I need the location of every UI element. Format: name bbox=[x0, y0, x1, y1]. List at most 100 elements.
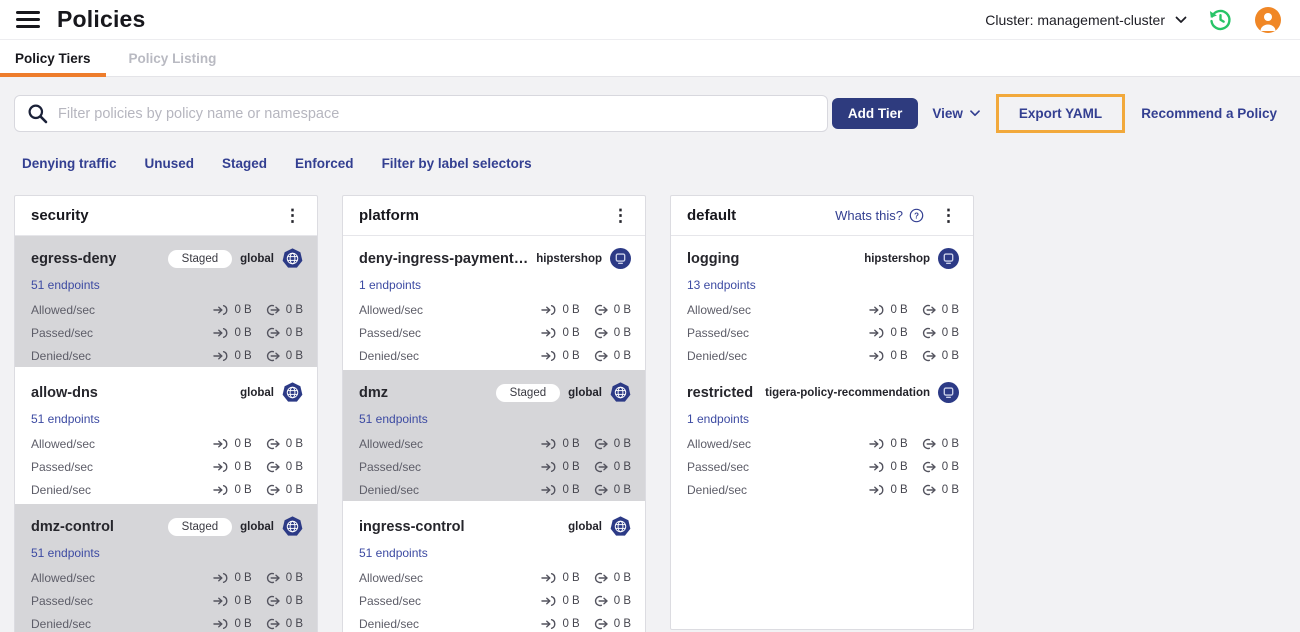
cluster-selector[interactable]: Cluster: management-cluster bbox=[985, 12, 1187, 28]
ingress-value: 0 B bbox=[562, 460, 580, 473]
egress-value: 0 B bbox=[941, 437, 959, 450]
egress-stat: 0 B bbox=[593, 438, 631, 450]
ingress-stat: 0 B bbox=[213, 350, 252, 362]
recommend-policy-button[interactable]: Recommend a Policy bbox=[1141, 106, 1277, 121]
stat-rows: Allowed/sec 0 B 0 B Passed/sec 0 B 0 B D… bbox=[31, 302, 303, 363]
export-yaml-button[interactable]: Export YAML bbox=[995, 94, 1126, 133]
egress-traffic-icon bbox=[593, 438, 609, 450]
egress-traffic-icon bbox=[593, 461, 609, 473]
egress-stat: 0 B bbox=[593, 461, 631, 473]
ingress-stat: 0 B bbox=[213, 618, 252, 630]
stat-label: Denied/sec bbox=[687, 348, 748, 363]
stat-values: 0 B 0 B bbox=[213, 327, 303, 339]
ingress-value: 0 B bbox=[562, 437, 580, 450]
policy-card[interactable]: dmz-control Staged global 51 endpoints A… bbox=[15, 501, 317, 632]
stat-row: Allowed/sec 0 B 0 B bbox=[31, 570, 303, 585]
policy-card-header: logging hipstershop bbox=[687, 247, 959, 270]
policy-card[interactable]: dmz Staged global 51 endpoints Allowed/s… bbox=[343, 367, 645, 501]
egress-stat: 0 B bbox=[265, 350, 303, 362]
kebab-menu-icon[interactable]: ⋮ bbox=[934, 207, 963, 224]
user-avatar[interactable] bbox=[1254, 6, 1282, 34]
endpoints-link[interactable]: 1 endpoints bbox=[359, 278, 421, 292]
endpoints-link[interactable]: 51 endpoints bbox=[359, 412, 428, 426]
egress-traffic-icon bbox=[265, 350, 281, 362]
stat-row: Passed/sec 0 B 0 B bbox=[359, 593, 631, 608]
stat-label: Denied/sec bbox=[359, 482, 420, 497]
tier-help-link[interactable]: Whats this? ? bbox=[835, 208, 924, 223]
tier-actions: ⋮ bbox=[606, 207, 635, 224]
egress-traffic-icon bbox=[265, 327, 281, 339]
policy-card[interactable]: logging hipstershop 13 endpoints Allowed… bbox=[671, 236, 973, 367]
stat-values: 0 B 0 B bbox=[869, 304, 959, 316]
ingress-stat: 0 B bbox=[869, 484, 908, 496]
policy-card-header: egress-deny Staged global bbox=[31, 247, 303, 270]
namespace-icon bbox=[938, 382, 959, 403]
tier-cards: logging hipstershop 13 endpoints Allowed… bbox=[671, 236, 973, 501]
tab-bar: Policy Tiers Policy Listing bbox=[0, 40, 1300, 77]
ingress-stat: 0 B bbox=[213, 484, 252, 496]
stat-label: Denied/sec bbox=[359, 616, 420, 631]
stat-values: 0 B 0 B bbox=[541, 595, 631, 607]
history-icon[interactable] bbox=[1207, 6, 1234, 33]
stat-values: 0 B 0 B bbox=[213, 572, 303, 584]
stat-label: Denied/sec bbox=[31, 482, 92, 497]
filter-staged[interactable]: Staged bbox=[222, 156, 267, 171]
filter-denying-traffic[interactable]: Denying traffic bbox=[22, 156, 117, 171]
filter-unused[interactable]: Unused bbox=[145, 156, 195, 171]
kebab-menu-icon[interactable]: ⋮ bbox=[278, 207, 307, 224]
content: Add Tier View Export YAML Recommend a Po… bbox=[0, 94, 1300, 632]
stat-values: 0 B 0 B bbox=[541, 438, 631, 450]
policy-card[interactable]: ingress-control global 51 endpoints Allo… bbox=[343, 501, 645, 632]
endpoints-link[interactable]: 51 endpoints bbox=[359, 546, 428, 560]
tab-policy-listing[interactable]: Policy Listing bbox=[114, 40, 232, 76]
filter-filter-by-label-selectors[interactable]: Filter by label selectors bbox=[382, 156, 532, 171]
policy-card[interactable]: restricted tigera-policy-recommendation … bbox=[671, 367, 973, 501]
view-dropdown[interactable]: View bbox=[932, 106, 980, 121]
egress-traffic-icon bbox=[593, 304, 609, 316]
policy-card-header: ingress-control global bbox=[359, 515, 631, 538]
ingress-traffic-icon bbox=[213, 618, 229, 630]
endpoints-link[interactable]: 1 endpoints bbox=[687, 412, 749, 426]
stat-row: Denied/sec 0 B 0 B bbox=[687, 348, 959, 363]
scope-label: global bbox=[568, 520, 602, 533]
endpoints-link[interactable]: 51 endpoints bbox=[31, 546, 100, 560]
stat-row: Denied/sec 0 B 0 B bbox=[31, 348, 303, 363]
egress-value: 0 B bbox=[285, 437, 303, 450]
stat-row: Allowed/sec 0 B 0 B bbox=[359, 570, 631, 585]
ingress-stat: 0 B bbox=[869, 304, 908, 316]
endpoints-link[interactable]: 51 endpoints bbox=[31, 278, 100, 292]
endpoints-link[interactable]: 51 endpoints bbox=[31, 412, 100, 426]
egress-traffic-icon bbox=[921, 350, 937, 362]
tab-policy-tiers[interactable]: Policy Tiers bbox=[0, 40, 106, 77]
ingress-stat: 0 B bbox=[213, 595, 252, 607]
policy-card[interactable]: allow-dns global 51 endpoints Allowed/se… bbox=[15, 367, 317, 501]
add-tier-button[interactable]: Add Tier bbox=[831, 98, 919, 129]
egress-stat: 0 B bbox=[593, 350, 631, 362]
ingress-stat: 0 B bbox=[213, 572, 252, 584]
egress-value: 0 B bbox=[285, 326, 303, 339]
egress-traffic-icon bbox=[921, 304, 937, 316]
endpoints-link[interactable]: 13 endpoints bbox=[687, 278, 756, 292]
kebab-menu-icon[interactable]: ⋮ bbox=[606, 207, 635, 224]
quick-filters: Denying traffic Unused Staged Enforced Filte… bbox=[22, 156, 1300, 171]
stat-row: Denied/sec 0 B 0 B bbox=[359, 482, 631, 497]
globe-scope-icon bbox=[282, 516, 303, 537]
svg-text:?: ? bbox=[914, 211, 919, 220]
policy-filter-input[interactable] bbox=[58, 105, 815, 122]
stat-values: 0 B 0 B bbox=[541, 572, 631, 584]
stat-values: 0 B 0 B bbox=[213, 461, 303, 473]
stat-values: 0 B 0 B bbox=[869, 461, 959, 473]
globe-scope-icon bbox=[610, 382, 631, 403]
egress-traffic-icon bbox=[265, 304, 281, 316]
policy-card[interactable]: egress-deny Staged global 51 endpoints A… bbox=[15, 236, 317, 367]
ingress-stat: 0 B bbox=[541, 350, 580, 362]
egress-stat: 0 B bbox=[921, 484, 959, 496]
ingress-stat: 0 B bbox=[213, 304, 252, 316]
policy-card-header: allow-dns global bbox=[31, 381, 303, 404]
stat-label: Passed/sec bbox=[31, 325, 94, 340]
stat-row: Passed/sec 0 B 0 B bbox=[687, 459, 959, 474]
filter-enforced[interactable]: Enforced bbox=[295, 156, 354, 171]
hamburger-menu-icon[interactable] bbox=[16, 9, 40, 30]
policy-card[interactable]: deny-ingress-paymentservi… hipstershop 1… bbox=[343, 236, 645, 367]
policy-name: logging bbox=[687, 250, 740, 267]
